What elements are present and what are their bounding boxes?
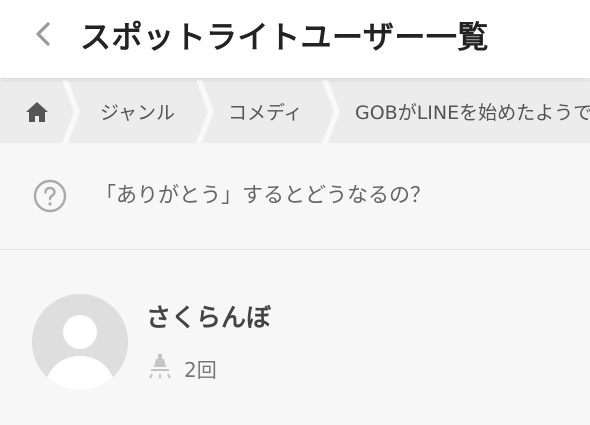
default-avatar-icon — [32, 294, 128, 390]
back-button[interactable] — [24, 14, 64, 54]
breadcrumb-separator — [322, 80, 340, 143]
breadcrumb-separator — [196, 80, 214, 143]
help-link[interactable]: 「ありがとう」するとどうなるの？ — [0, 143, 590, 249]
breadcrumb-item-comedy[interactable]: コメディ — [228, 80, 303, 143]
page-title: スポットライトユーザー一覧 — [80, 20, 489, 56]
breadcrumb: ジャンル コメディ GOBがLINEを始めたようです — [0, 80, 590, 143]
avatar[interactable] — [32, 294, 128, 390]
help-text: 「ありがとう」するとどうなるの？ — [95, 183, 431, 207]
spotlight-icon — [149, 354, 171, 379]
chevron-left-icon — [36, 22, 50, 46]
breadcrumb-home[interactable] — [22, 80, 52, 143]
breadcrumb-separator — [62, 80, 80, 143]
question-circle-icon — [33, 179, 67, 213]
user-list-item[interactable]: さくらんぼ 2回 — [0, 250, 590, 425]
spotlight-count: 2回 — [184, 358, 217, 382]
breadcrumb-item-story[interactable]: GOBがLINEを始めたようです — [355, 80, 590, 143]
home-icon — [26, 101, 48, 122]
app-header: スポットライトユーザー一覧 — [0, 0, 590, 78]
breadcrumb-item-genre[interactable]: ジャンル — [100, 80, 175, 143]
user-name[interactable]: さくらんぼ — [146, 298, 271, 334]
